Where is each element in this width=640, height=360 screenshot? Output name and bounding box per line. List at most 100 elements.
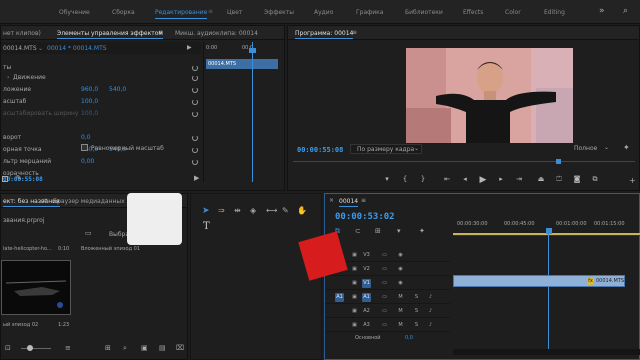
step-forward-icon[interactable]: ▸ (496, 175, 506, 183)
uniform-scale-checkbox[interactable] (81, 144, 88, 151)
automate-icon[interactable]: ⊞ (105, 344, 111, 352)
workspace-tab[interactable]: Эффекты (264, 9, 294, 16)
timeline-timecode[interactable]: 00:00:53:02 (335, 212, 395, 222)
lock-icon[interactable]: ⊡ (5, 344, 11, 352)
effect-timecode[interactable]: 00:00:55:08 (3, 176, 43, 183)
tab-sequence[interactable]: 00014 (339, 198, 359, 207)
timeline-clip[interactable]: fx 00014.MTS (453, 275, 625, 287)
media-name[interactable]: late-helicopter-ho... (3, 246, 52, 252)
solo-button[interactable]: S (412, 321, 421, 330)
extract-icon[interactable]: ⏍ (554, 175, 564, 184)
workspace-tab[interactable]: Effects (463, 9, 483, 16)
microphone-icon[interactable]: ♪ (426, 293, 435, 302)
track-select-tool-icon[interactable]: ⇒ (218, 206, 225, 215)
expand-arrow-icon[interactable]: › (7, 74, 9, 81)
lock-icon[interactable]: ▣ (350, 279, 359, 288)
play-icon[interactable]: ▶ (194, 174, 199, 182)
playhead-handle[interactable] (249, 48, 256, 53)
tab-source[interactable]: нет клипов) (3, 30, 41, 37)
property-value[interactable]: 100,0 (81, 110, 98, 117)
lock-icon[interactable]: ▣ (350, 265, 359, 274)
mark-in-bracket-icon[interactable]: { (400, 175, 410, 183)
reset-icon[interactable] (192, 65, 198, 71)
sync-lock-icon[interactable]: ▭ (380, 265, 389, 274)
reset-icon[interactable] (192, 75, 198, 81)
solo-button[interactable]: S (412, 293, 421, 302)
step-back-icon[interactable]: ◂ (460, 175, 470, 183)
search-icon[interactable]: ⌕ (623, 6, 628, 16)
workspace-tab[interactable]: Цвет (227, 9, 242, 16)
eye-icon[interactable]: ◉ (396, 279, 405, 288)
lock-icon[interactable]: ▣ (350, 321, 359, 330)
track-target[interactable]: V3 (362, 251, 371, 260)
property-value[interactable]: 100,0 (81, 98, 98, 105)
workspace-tab[interactable]: Сборка (112, 9, 135, 16)
property-value[interactable]: 540,0 (109, 86, 126, 93)
razor-tool-icon[interactable]: ◈ (250, 206, 256, 215)
panel-menu-icon[interactable]: ≡ (158, 29, 163, 36)
overflow-icon[interactable]: » (599, 6, 605, 16)
new-bin-icon[interactable]: ▣ (141, 344, 148, 352)
linked-selection-icon[interactable]: ⊞ (375, 227, 381, 235)
hand-tool-icon[interactable]: ✋ (297, 206, 307, 215)
trash-icon[interactable]: ⌧ (176, 344, 184, 352)
reset-icon[interactable] (192, 135, 198, 141)
track-target[interactable]: V2 (362, 265, 371, 274)
eye-icon[interactable]: ◉ (396, 265, 405, 274)
program-playhead[interactable] (556, 159, 561, 164)
property-value[interactable]: 0,00 (81, 158, 94, 165)
media-thumbnail[interactable] (1, 260, 71, 315)
mark-out-bracket-icon[interactable]: } (418, 175, 428, 183)
track-target[interactable]: A1 (362, 293, 371, 302)
fit-dropdown[interactable]: По размеру кадра ⌄ (350, 144, 422, 154)
zoom-slider-handle[interactable] (27, 345, 33, 351)
microphone-icon[interactable]: ♪ (426, 307, 435, 316)
close-icon[interactable]: × (329, 197, 334, 204)
ripple-edit-tool-icon[interactable]: ⇹ (234, 206, 241, 215)
panel-menu-icon[interactable]: ≡ (43, 197, 48, 204)
workspace-tab[interactable]: Editing (544, 9, 565, 16)
sync-lock-icon[interactable]: ▭ (380, 251, 389, 260)
solo-button[interactable]: S (412, 307, 421, 316)
play-icon[interactable]: ▶ (478, 175, 488, 185)
sync-lock-icon[interactable]: ▭ (380, 307, 389, 316)
track-target[interactable]: A3 (362, 321, 371, 330)
playhead-handle[interactable] (546, 228, 552, 234)
eye-icon[interactable]: ◉ (396, 251, 405, 260)
settings-icon[interactable]: ✦ (419, 227, 425, 235)
quality-dropdown[interactable]: Полное ⌄ (568, 144, 616, 154)
mute-button[interactable]: M (396, 293, 405, 302)
mini-clip[interactable]: 00014.MTS (206, 59, 278, 69)
chevron-down-icon[interactable]: ⌄ (38, 45, 43, 52)
track-target[interactable]: A2 (362, 307, 371, 316)
reset-icon[interactable] (192, 87, 198, 93)
playhead-line[interactable] (548, 234, 549, 354)
camera-icon[interactable]: ◙ (572, 175, 582, 183)
tab-project[interactable]: ект: без названия (3, 198, 60, 207)
source-patch-button[interactable]: A1 (335, 293, 344, 302)
workspace-tab[interactable]: Обучение (59, 9, 90, 16)
tab-media-browser[interactable]: Браузер медиаданных (53, 198, 125, 205)
go-to-in-icon[interactable]: ⇤ (442, 175, 452, 183)
compare-icon[interactable]: ⧉ (590, 175, 600, 184)
workspace-tab[interactable]: Библиотеки (405, 9, 443, 16)
zoom-slider[interactable] (21, 348, 51, 349)
workspace-tab-active[interactable]: Редактирование (155, 9, 208, 19)
folder-icon[interactable]: ▭ (85, 229, 92, 237)
microphone-icon[interactable]: ♪ (426, 321, 435, 330)
add-button-icon[interactable]: + (629, 176, 636, 185)
lock-icon[interactable]: ▣ (350, 251, 359, 260)
mute-button[interactable]: M (396, 307, 405, 316)
panel-menu-icon[interactable]: ≡ (361, 197, 366, 204)
reset-icon[interactable] (192, 111, 198, 117)
sync-lock-icon[interactable]: ▭ (380, 321, 389, 330)
timeline-scrollbar[interactable] (453, 349, 640, 355)
snap-icon[interactable]: ⊂ (355, 227, 361, 235)
workspace-tab[interactable]: Аудио (314, 9, 333, 16)
sort-icon[interactable]: ≡ (65, 344, 71, 352)
program-timecode[interactable]: 00:00:55:08 (297, 146, 343, 154)
selection-tool-icon[interactable]: ➤ (202, 206, 210, 216)
mute-button[interactable]: M (396, 321, 405, 330)
go-to-out-icon[interactable]: ⇥ (514, 175, 524, 183)
lock-icon[interactable]: ▣ (350, 307, 359, 316)
